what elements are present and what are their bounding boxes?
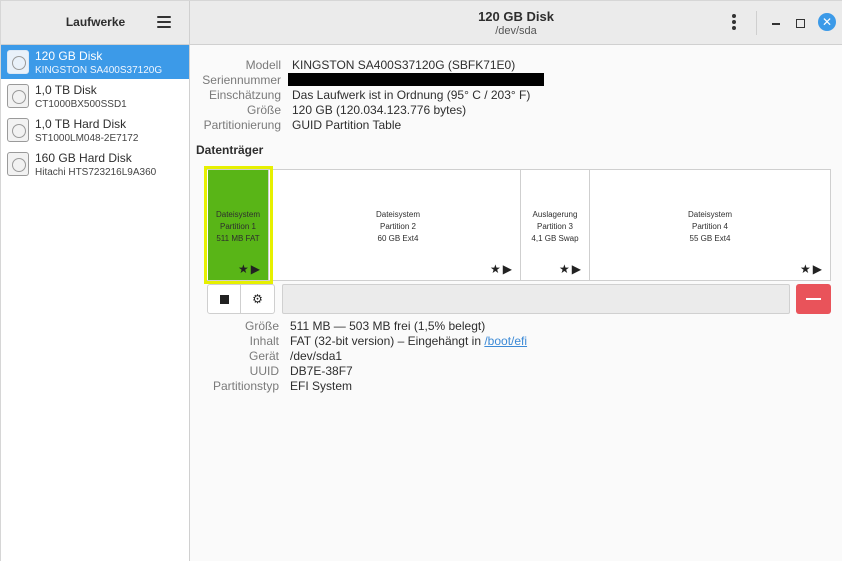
partition-size-value: 511 MB — 503 MB frei (1,5% belegt) xyxy=(290,319,486,333)
partition-settings-gear-icon[interactable]: ⚙ xyxy=(241,284,275,314)
assessment-label: Einschätzung xyxy=(208,88,281,102)
partition-type-value: EFI System xyxy=(290,379,353,393)
partition-type-label: Partitionstyp xyxy=(212,379,279,393)
more-options-icon[interactable] xyxy=(729,14,739,32)
partition-device-label: Gerät xyxy=(248,349,279,363)
window-subtitle: /dev/sda xyxy=(495,25,537,37)
model-value: KINGSTON SA400S37120G (SBFK71E0) xyxy=(292,58,516,72)
mount-status-icons: ★▶ xyxy=(238,262,262,276)
partition-map: Dateisystem Partition 1 511 MB FAT ★▶ Da… xyxy=(204,166,831,284)
partition-size-label: Größe xyxy=(244,319,279,333)
drives-sidebar: 120 GB Disk KINGSTON SA400S37120G 1,0 TB… xyxy=(1,45,190,561)
partitioning-label: Partitionierung xyxy=(203,118,281,132)
mount-status-icons: ★▶ xyxy=(559,262,583,276)
drive-name: 160 GB Hard Disk xyxy=(35,151,132,165)
sidebar-header: Laufwerke xyxy=(1,1,190,45)
window-title-area: 120 GB Disk /dev/sda xyxy=(190,1,842,45)
drive-item[interactable]: 1,0 TB Disk CT1000BX500SSD1 xyxy=(1,79,189,113)
drive-item[interactable]: 1,0 TB Hard Disk ST1000LM048-2E7172 xyxy=(1,113,189,147)
hard-disk-icon xyxy=(7,118,29,142)
usage-bar xyxy=(282,284,790,314)
disk-drive-icon xyxy=(7,84,29,108)
minimize-button[interactable] xyxy=(767,14,785,32)
serial-redacted-value xyxy=(288,73,544,86)
unmount-stop-button[interactable] xyxy=(207,284,241,314)
content-text: FAT (32-bit version) – Eingehängt in xyxy=(290,334,481,348)
drive-name: 1,0 TB Hard Disk xyxy=(35,117,127,131)
hard-disk-icon xyxy=(7,152,29,176)
drive-model: ST1000LM048-2E7172 xyxy=(35,133,139,144)
maximize-button[interactable] xyxy=(791,14,809,32)
drive-item[interactable]: 160 GB Hard Disk Hitachi HTS723216L9A360 xyxy=(1,147,189,181)
disks-window: Laufwerke 120 GB Disk /dev/sda ✕ 120 GB … xyxy=(0,0,842,561)
window-title: 120 GB Disk xyxy=(478,9,554,24)
partition-block[interactable]: Dateisystem Partition 1 511 MB FAT ★▶ xyxy=(204,166,273,284)
mount-status-icons: ★▶ xyxy=(800,262,824,276)
drive-model: Hitachi HTS723216L9A360 xyxy=(35,167,157,178)
drive-item[interactable]: 120 GB Disk KINGSTON SA400S37120G xyxy=(1,45,189,79)
volumes-section-title: Datenträger xyxy=(196,143,264,157)
drive-model: CT1000BX500SSD1 xyxy=(35,99,127,110)
close-button[interactable]: ✕ xyxy=(818,13,836,31)
partition-block[interactable]: Dateisystem Partition 4 55 GB Ext4 ★▶ xyxy=(590,170,830,280)
model-label: Modell xyxy=(245,58,281,72)
delete-partition-button[interactable] xyxy=(796,284,831,314)
partition-label: Dateisystem Partition 2 60 GB Ext4 xyxy=(375,210,420,243)
partitioning-value: GUID Partition Table xyxy=(292,118,402,132)
partition-content-label: Inhalt xyxy=(249,334,279,348)
mount-status-icons: ★▶ xyxy=(490,262,514,276)
drive-model: KINGSTON SA400S37120G xyxy=(35,65,163,76)
partition-block[interactable]: Auslagerung Partition 3 4,1 GB Swap ★▶ xyxy=(521,170,590,280)
partition-uuid-value: DB7E-38F7 xyxy=(290,364,353,378)
size-label: Größe xyxy=(246,103,281,117)
header-bar: Laufwerke 120 GB Disk /dev/sda ✕ xyxy=(1,1,842,45)
partition-label: Dateisystem Partition 4 55 GB Ext4 xyxy=(687,210,732,243)
partition-label: Auslagerung Partition 3 4,1 GB Swap xyxy=(531,210,579,243)
hamburger-menu-icon[interactable] xyxy=(157,16,171,28)
partition-device-value: /dev/sda1 xyxy=(290,349,343,363)
mount-point-link[interactable]: /boot/efi xyxy=(484,334,527,348)
disk-drive-icon xyxy=(7,50,29,74)
partition-block[interactable]: Dateisystem Partition 2 60 GB Ext4 ★▶ xyxy=(276,170,521,280)
drive-name: 120 GB Disk xyxy=(35,49,103,63)
disk-details-panel: Modell KINGSTON SA400S37120G (SBFK71E0) … xyxy=(190,45,842,561)
size-value: 120 GB (120.034.123.776 bytes) xyxy=(292,103,467,117)
serial-label: Seriennummer xyxy=(202,73,281,87)
partition-uuid-label: UUID xyxy=(249,364,279,378)
partition-content-value: FAT (32-bit version) – Eingehängt in /bo… xyxy=(290,334,527,348)
assessment-value: Das Laufwerk ist in Ordnung (95° C / 203… xyxy=(292,88,531,102)
partition-label: Dateisystem Partition 1 511 MB FAT xyxy=(215,210,260,243)
drive-name: 1,0 TB Disk xyxy=(35,83,97,97)
header-separator xyxy=(756,11,757,35)
